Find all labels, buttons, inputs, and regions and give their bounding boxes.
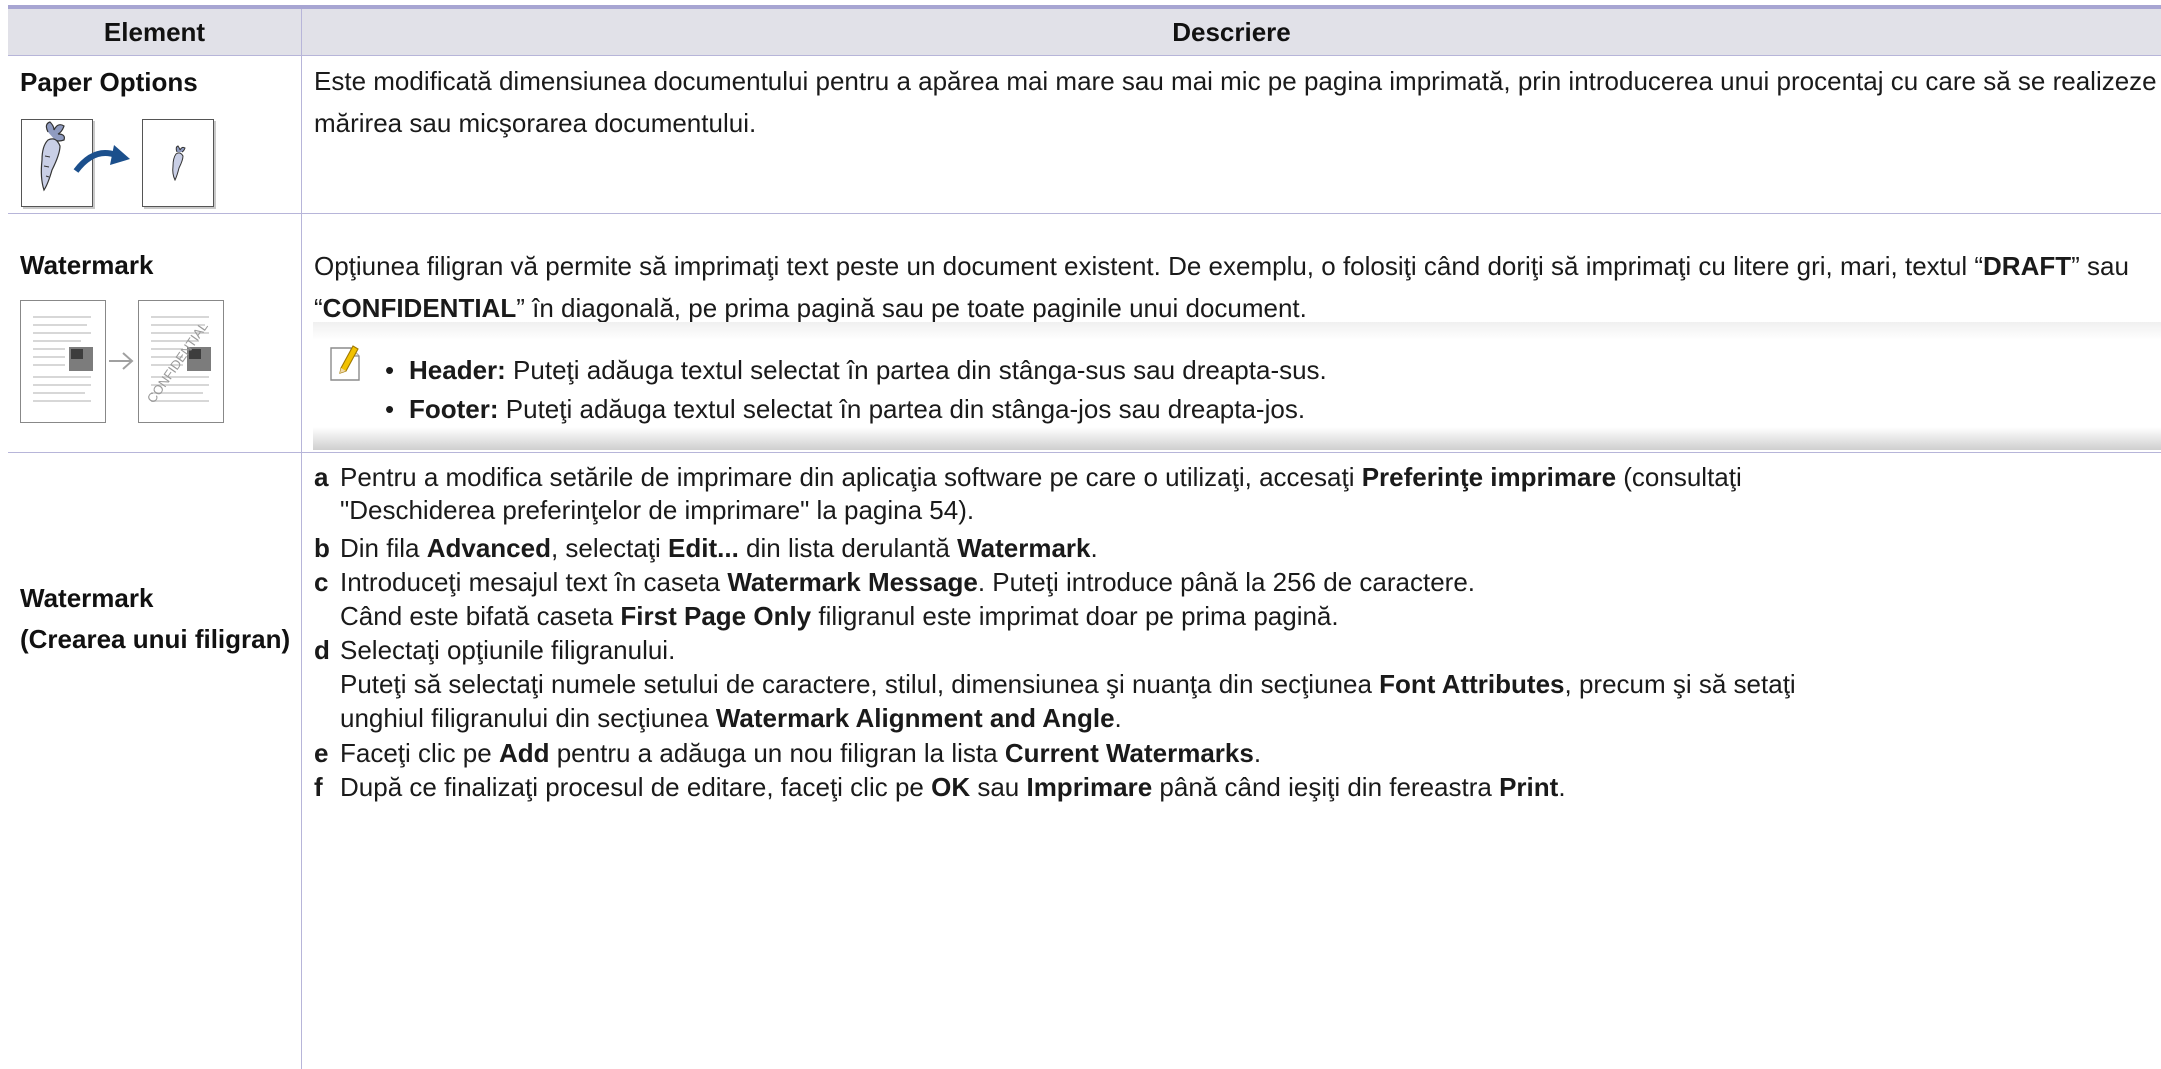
description-paper-options: Este modificată dimensiunea documentului… [314,66,2157,138]
row-divider [8,452,2161,453]
element-label-watermark: Watermark [20,250,154,280]
feature-table: Element Descriere Paper Options Este mod… [8,9,2161,1069]
page-after-thumbnail: CONFIDENTIAL [138,300,224,423]
step-d-detail: Puteţi să selectaţi numele setului de ca… [340,669,1796,699]
step-c-detail: Când este bifată caseta First Page Only … [340,601,1339,631]
arrow-right-icon [109,352,134,370]
element-label-paper-options: Paper Options [20,67,198,97]
step-a: a Pentru a modifica setările de imprimare… [314,462,1742,492]
step-d: d Selectaţi opţiunile filigranului. [314,635,676,665]
step-e: e Faceţi clic pe Add pentru a adăuga un n… [314,738,1262,768]
step-c: c Introduceţi mesajul text în caseta Wate… [314,567,1476,597]
pencil-note-icon [330,345,360,381]
step-a-continuation: "Deschiderea preferinţelor de imprimare"… [340,495,975,525]
page-text-lines: CONFIDENTIAL [144,316,211,406]
step-b: b Din fila Advanced, selectaţi Edit... di… [314,533,1098,563]
column-divider [301,9,302,1069]
element-label-watermark-create: Watermark [20,583,154,613]
table-header: Element Descriere [8,9,2161,56]
header-element: Element [103,17,206,47]
page-before-thumbnail [20,300,106,423]
page-text-lines [33,316,93,402]
note-item-footer: • Footer: Puteţi adăuga textul selectat î… [385,394,1306,424]
row-divider [8,213,2161,214]
carrot-small-icon [172,145,186,182]
page-small-thumbnail [142,119,214,207]
step-d-detail-continuation: unghiul filigranului din secţiunea Water… [340,703,1122,733]
note-box: • Header: Puteţi adăuga textul selectat î… [313,322,2161,450]
description-watermark: Opţiunea filigran vă permite să imprimaţ… [314,251,2129,323]
step-f: f După ce finalizaţi procesul de editare,… [314,772,1566,802]
header-description: Descriere [1172,17,1291,47]
note-item-header: • Header: Puteţi adăuga textul selectat î… [385,355,1327,385]
element-sublabel-watermark-create: (Crearea unui filigran) [20,624,291,654]
arrow-right-icon [73,145,130,173]
